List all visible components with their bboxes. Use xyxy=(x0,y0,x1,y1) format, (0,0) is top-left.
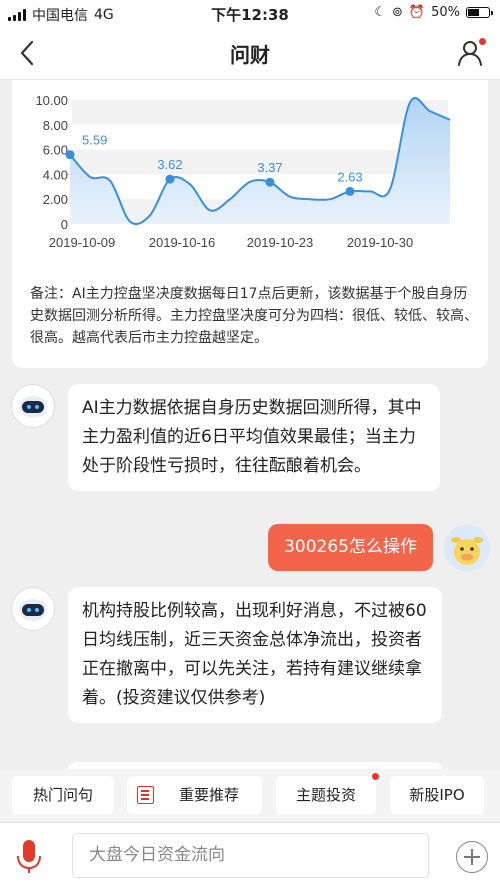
quick-tab-label: 重要推荐 xyxy=(179,786,240,804)
user-avatar xyxy=(444,525,490,571)
x-tick-label: 2019-10-16 xyxy=(149,235,216,250)
robot-icon xyxy=(19,396,47,418)
voice-button[interactable] xyxy=(10,837,48,875)
bot-message: AI主力数据依据自身历史数据回测所得，其中主力盈利值的近6日平均值效果最佳；当主… xyxy=(68,384,440,491)
document-icon xyxy=(137,786,154,804)
control-strength-chart: 10.00 8.00 6.00 4.00 2.00 0 5.59 3.62 3.37 2.63 20… xyxy=(35,93,451,250)
data-point xyxy=(265,177,275,187)
page-title: 问财 xyxy=(230,43,270,67)
bot-avatar xyxy=(11,384,55,428)
battery-percent: 50% xyxy=(431,5,460,20)
badge-dot xyxy=(372,773,379,780)
quick-tab-ipo[interactable]: 新股IPO xyxy=(390,776,484,814)
bot-message: 机构持股比例较高，出现利好消息，不过被60日均线压制，近三天资金总体净流出，投资… xyxy=(68,587,442,723)
quick-tab-label: 主题投资 xyxy=(295,786,356,804)
x-tick-label: 2019-10-23 xyxy=(247,235,314,250)
lock-rotation-icon: ⊚ xyxy=(392,5,403,20)
input-bar: 大盘今日资金流向 xyxy=(0,822,500,889)
nav-bar: 问财 xyxy=(0,26,500,80)
quick-tab-hot-questions[interactable]: 热门问句 xyxy=(12,776,114,814)
data-point xyxy=(345,186,355,196)
grid-band xyxy=(72,124,448,150)
user-message: 300265怎么操作 xyxy=(268,524,433,571)
quick-tab-label: 新股IPO xyxy=(409,786,465,804)
quick-tab-theme-investing[interactable]: 主题投资 xyxy=(276,773,379,814)
quick-tab-recommendations[interactable]: 重要推荐 xyxy=(127,776,262,814)
x-tick-label: 2019-10-30 xyxy=(347,235,414,250)
user-button[interactable] xyxy=(456,38,486,68)
chart-note: 备注：AI主力控盘坚决度数据每日17点后更新，该数据基于个股自身历史数据回测分析… xyxy=(30,286,478,346)
chart-card: 10.00 8.00 6.00 4.00 2.00 0 5.59 3.62 3.37 2.63 20… xyxy=(12,80,488,368)
data-label: 2.63 xyxy=(337,169,362,184)
moon-icon: ☾ xyxy=(374,5,386,20)
cow-avatar-icon xyxy=(444,525,490,571)
notification-dot xyxy=(479,38,486,45)
question-input[interactable]: 大盘今日资金流向 xyxy=(72,833,429,878)
y-tick-label: 4.00 xyxy=(43,167,68,182)
y-tick-label: 8.00 xyxy=(43,118,68,133)
y-tick-label: 10.00 xyxy=(35,93,68,108)
status-right: ☾ ⊚ ⏰ 50% xyxy=(374,5,493,20)
data-label: 5.59 xyxy=(82,133,107,148)
y-tick-label: 0 xyxy=(61,217,68,232)
quick-tab-label: 热门问句 xyxy=(32,786,93,804)
quick-tabs-bar: 热门问句 重要推荐 主题投资 新股IPO xyxy=(0,769,500,822)
battery-icon xyxy=(466,7,493,18)
data-point xyxy=(165,174,175,184)
microphone-icon xyxy=(17,840,41,873)
y-tick-label: 6.00 xyxy=(43,143,68,158)
alarm-icon: ⏰ xyxy=(408,5,426,20)
plus-icon[interactable] xyxy=(456,841,488,873)
data-label: 3.37 xyxy=(257,160,282,175)
status-bar: 中国电信 4G 下午12:38 ☾ ⊚ ⏰ 50% xyxy=(0,0,500,26)
y-tick-label: 2.00 xyxy=(43,192,68,207)
data-point xyxy=(65,150,75,160)
robot-icon xyxy=(19,599,47,621)
data-label: 3.62 xyxy=(157,157,182,172)
bot-avatar xyxy=(11,587,55,631)
grid-band xyxy=(72,100,448,125)
x-tick-label: 2019-10-09 xyxy=(49,235,116,250)
